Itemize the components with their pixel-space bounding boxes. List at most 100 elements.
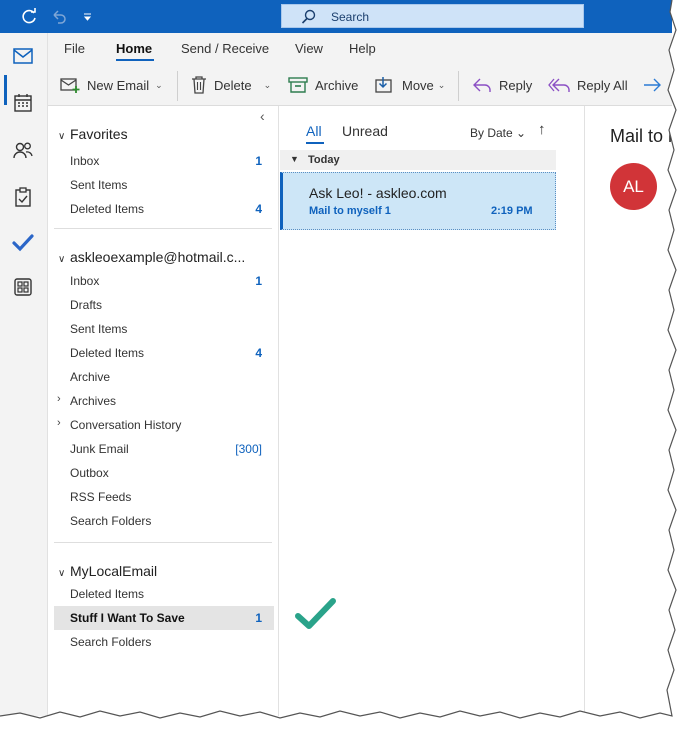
archive-label: Archive xyxy=(315,77,359,93)
date-group-header[interactable]: ▼ Today xyxy=(280,150,556,170)
folder-local-deleted-items[interactable]: Deleted Items xyxy=(54,582,274,606)
folder-label: Inbox xyxy=(70,154,100,168)
reply-button[interactable]: Reply xyxy=(472,73,532,97)
delete-button[interactable]: Delete ⌄ xyxy=(191,73,271,97)
sync-icon[interactable] xyxy=(19,7,39,27)
local-store-title: MyLocalEmail xyxy=(70,563,158,579)
folder-favorites-deleted-items[interactable]: Deleted Items 4 xyxy=(54,197,274,221)
folder-label: Stuff I Want To Save xyxy=(70,611,185,625)
search-input[interactable]: Search xyxy=(281,4,584,28)
folder-conversation-history[interactable]: › Conversation History xyxy=(54,413,274,437)
folder-search-folders[interactable]: Search Folders xyxy=(54,509,274,533)
tab-help[interactable]: Help xyxy=(349,41,376,56)
archive-icon xyxy=(288,77,308,93)
unread-count: 1 xyxy=(255,611,262,625)
todo-check-icon[interactable] xyxy=(11,230,35,254)
favorites-header[interactable]: ∨ Favorites xyxy=(58,126,128,142)
forward-icon[interactable] xyxy=(643,77,663,93)
ribbon-separator xyxy=(458,71,459,101)
sort-direction-icon[interactable]: ↑ xyxy=(538,121,546,138)
archive-button[interactable]: Archive xyxy=(288,73,358,97)
active-filter-underline xyxy=(306,142,324,144)
tab-send-receive[interactable]: Send / Receive xyxy=(181,41,269,56)
folder-label: Sent Items xyxy=(70,178,128,192)
account-header[interactable]: ∨ askleoexample@hotmail.c... xyxy=(58,249,245,265)
message-item[interactable]: Ask Leo! - askleo.com Mail to myself 1 2… xyxy=(280,172,556,230)
avatar[interactable]: AL xyxy=(610,163,657,210)
folder-favorites-inbox[interactable]: Inbox 1 xyxy=(54,149,274,173)
folder-label: Sent Items xyxy=(70,322,128,336)
chevron-down-icon[interactable]: ⌄ xyxy=(438,80,446,91)
favorites-title: Favorites xyxy=(70,126,128,142)
folder-archives[interactable]: › Archives xyxy=(54,389,274,413)
message-sender: Ask Leo! - askleo.com xyxy=(309,185,447,201)
folder-label: Archive xyxy=(70,370,111,384)
folder-deleted-items[interactable]: Deleted Items 4 xyxy=(54,341,274,365)
new-email-label: New Email xyxy=(87,77,150,93)
filter-unread-tab[interactable]: Unread xyxy=(342,123,388,139)
folder-rss-feeds[interactable]: RSS Feeds xyxy=(54,485,274,509)
folder-label: Archives xyxy=(70,394,117,408)
section-divider xyxy=(54,228,272,229)
move-label: Move xyxy=(402,77,434,93)
chevron-down-icon: ∨ xyxy=(58,254,66,265)
outlook-window: Search File Home Send / Receive View Hel… xyxy=(0,0,672,716)
unread-count: 4 xyxy=(255,346,262,360)
search-icon xyxy=(301,9,316,24)
reply-all-icon xyxy=(548,78,570,92)
reply-all-button[interactable]: Reply All xyxy=(548,73,628,97)
app-bar xyxy=(0,33,48,716)
folder-local-search-folders[interactable]: Search Folders xyxy=(54,630,274,654)
calendar-icon[interactable] xyxy=(11,91,35,115)
filter-all-tab[interactable]: All xyxy=(306,123,322,139)
unread-count: 1 xyxy=(255,274,262,288)
move-button[interactable]: Move ⌄ xyxy=(375,73,445,97)
unread-count: 4 xyxy=(255,202,262,216)
delete-label: Delete xyxy=(214,77,252,93)
folder-archive[interactable]: Archive xyxy=(54,365,274,389)
folder-stuff-i-want-to-save[interactable]: Stuff I Want To Save 1 xyxy=(54,606,274,630)
message-list: All Unread By Date ⌄ ↑ ▼ Today Ask Leo! … xyxy=(280,106,585,716)
active-tab-underline xyxy=(116,59,154,61)
sort-dropdown[interactable]: By Date ⌄ xyxy=(470,126,526,140)
folder-favorites-sent-items[interactable]: Sent Items xyxy=(54,173,274,197)
reply-all-label: Reply All xyxy=(577,77,628,93)
tasks-icon[interactable] xyxy=(11,185,35,209)
folder-label: Junk Email xyxy=(70,442,129,456)
customize-toolbar-icon[interactable] xyxy=(79,7,99,27)
folder-outbox[interactable]: Outbox xyxy=(54,461,274,485)
collapse-pane-icon[interactable]: ‹ xyxy=(260,108,265,124)
reply-label: Reply xyxy=(499,77,533,93)
sort-label: By Date xyxy=(470,126,513,140)
move-icon xyxy=(375,77,392,93)
undo-icon[interactable] xyxy=(49,7,69,27)
apps-icon[interactable] xyxy=(11,275,35,299)
reading-subject: Mail to myself 1 xyxy=(610,126,672,146)
active-app-indicator xyxy=(4,75,7,105)
chevron-right-icon[interactable]: › xyxy=(57,393,61,405)
folder-label: Inbox xyxy=(70,274,100,288)
folder-pane: ‹ ∨ Favorites Inbox 1 Sent Items Deleted … xyxy=(48,106,279,716)
unread-count: 1 xyxy=(255,154,262,168)
chevron-down-icon: ▼ xyxy=(290,154,299,164)
chevron-down-icon: ∨ xyxy=(58,131,66,142)
item-count: [300] xyxy=(235,442,262,456)
new-email-button[interactable]: New Email ⌄ xyxy=(60,73,163,97)
tab-view[interactable]: View xyxy=(295,41,323,56)
ribbon: File Home Send / Receive View Help New E… xyxy=(48,33,672,106)
people-icon[interactable] xyxy=(11,138,35,162)
folder-junk-email[interactable]: Junk Email [300] xyxy=(54,437,274,461)
chevron-down-icon[interactable]: ⌄ xyxy=(155,80,163,91)
chevron-right-icon[interactable]: › xyxy=(57,417,61,429)
search-placeholder: Search xyxy=(331,10,370,24)
local-store-header[interactable]: ∨ MyLocalEmail xyxy=(58,563,157,579)
tab-file[interactable]: File xyxy=(64,41,85,56)
mail-icon[interactable] xyxy=(11,44,35,68)
folder-inbox[interactable]: Inbox 1 xyxy=(54,269,274,293)
folder-sent-items[interactable]: Sent Items xyxy=(54,317,274,341)
new-email-icon xyxy=(60,78,80,93)
folder-drafts[interactable]: Drafts xyxy=(54,293,274,317)
tab-home[interactable]: Home xyxy=(116,41,152,56)
account-title: askleoexample@hotmail.c... xyxy=(70,249,246,265)
chevron-down-icon[interactable]: ⌄ xyxy=(264,80,272,91)
